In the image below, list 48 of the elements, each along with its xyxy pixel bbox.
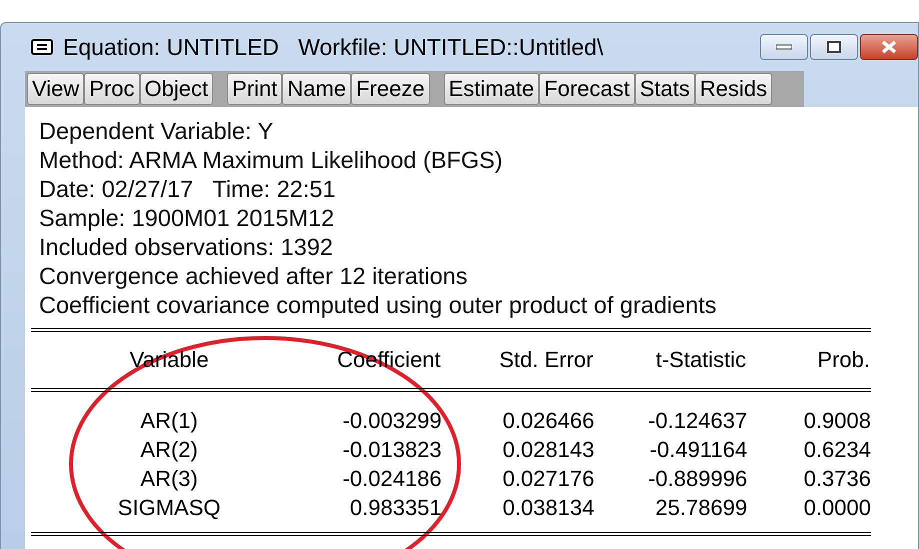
table-cell-text: -0.491164 (648, 436, 748, 464)
window-title: Equation: UNTITLED Workfile: UNTITLED::Untitled\ (63, 34, 604, 60)
table-cell: -0.003299 (307, 390, 442, 435)
table-cell: SIGMASQ (31, 493, 308, 534)
output-line: Method: ARMA Maximum Likelihood (BFGS) (39, 146, 504, 175)
table-cell-text: 0.028143 (502, 436, 594, 464)
table-cell-text: 0.3736 (802, 465, 871, 493)
table-cell: -0.124637 (594, 390, 748, 435)
toolbar-button[interactable]: Stats (634, 73, 695, 105)
table-cell: AR(1) (31, 390, 308, 435)
column-header: t-Statistic (594, 330, 748, 390)
output-line: Dependent Variable: Y (39, 117, 274, 146)
column-header: Std. Error (442, 330, 594, 390)
table-cell-text: -0.013823 (342, 436, 442, 464)
table-cell: 0.0000 (747, 493, 871, 534)
toolbar-button[interactable]: Forecast (539, 73, 635, 105)
toolbar-button[interactable]: View (27, 73, 84, 105)
minimize-button[interactable] (760, 34, 808, 60)
table-cell: 25.78699 (594, 493, 748, 534)
table-cell: 0.026466 (442, 390, 594, 435)
menu-icon[interactable] (31, 39, 53, 55)
output-line: Included observations: 1392 (39, 233, 334, 262)
table-cell: 0.983351 (307, 493, 442, 534)
output-line: Coefficient covariance computed using outer product of gradients (39, 291, 718, 320)
table-cell: 0.9008 (747, 390, 871, 435)
table-cell: 0.038134 (442, 493, 594, 534)
toolbar-button[interactable]: Resids (694, 73, 772, 105)
table-cell: 0.6234 (747, 435, 871, 464)
toolbar-button[interactable]: Name (282, 73, 352, 105)
table-cell-text: AR(3) (139, 465, 199, 493)
maximize-icon (827, 41, 841, 53)
output-line: Convergence achieved after 12 iterations (39, 262, 468, 291)
toolbar-button[interactable]: Proc (84, 73, 140, 105)
close-button[interactable] (860, 34, 918, 60)
output-line: Sample: 1900M01 2015M12 (39, 204, 336, 233)
column-header: Prob. (747, 330, 871, 390)
table-cell-text: -0.024186 (342, 465, 442, 493)
close-icon (881, 40, 897, 54)
minimize-icon (776, 44, 792, 50)
maximize-button[interactable] (810, 34, 858, 60)
table-cell-text: 0.027176 (502, 465, 594, 493)
toolbar-button[interactable]: Object (140, 73, 214, 105)
table-cell-text: AR(2) (139, 436, 199, 464)
toolbar-button[interactable]: Freeze (351, 73, 430, 105)
toolbar-button[interactable]: Estimate (444, 73, 540, 105)
table-cell-text: -0.889996 (647, 465, 748, 493)
output-line: Date: 02/27/17 Time: 22:51 (39, 175, 337, 204)
toolbar-button[interactable]: Print (227, 73, 282, 105)
